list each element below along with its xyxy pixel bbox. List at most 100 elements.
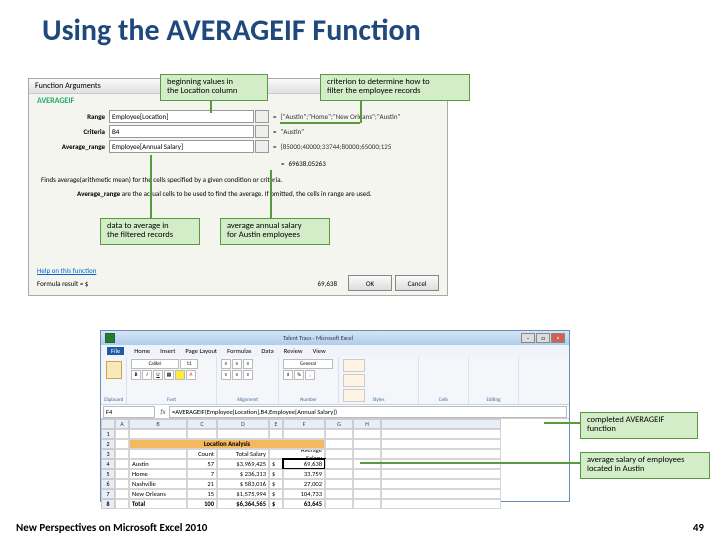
currency-button[interactable]: $ xyxy=(283,370,293,380)
numformat-select[interactable]: General xyxy=(283,359,333,369)
maximize-button[interactable]: □ xyxy=(536,333,550,343)
col-header[interactable]: F xyxy=(283,419,325,429)
label-range: Range xyxy=(37,112,109,121)
preview-criteria: "Austin" xyxy=(281,127,305,136)
collapse-button[interactable] xyxy=(255,140,269,153)
row-header[interactable]: 7 xyxy=(101,489,115,499)
ribbon: Clipboard Calibri11 BIU▦A Font ≡≡≡ ≡≡≡ A… xyxy=(101,357,569,405)
name-box[interactable]: F4 xyxy=(103,406,155,418)
row-header[interactable]: 2 xyxy=(101,439,115,449)
arg-description: Average_range are the actual cells to be… xyxy=(29,188,447,200)
input-criteria[interactable]: B4 xyxy=(109,125,254,138)
col-header[interactable]: B xyxy=(129,419,187,429)
help-link[interactable]: Help on this function xyxy=(37,266,96,275)
col-header[interactable]: G xyxy=(325,419,353,429)
arrow-icon xyxy=(544,422,580,424)
col-header[interactable]: A xyxy=(115,419,129,429)
row-header[interactable]: 5 xyxy=(101,469,115,479)
label-avgrange: Average_range xyxy=(37,142,109,151)
paste-icon[interactable] xyxy=(106,361,122,379)
page-number: 49 xyxy=(693,521,704,534)
worksheet-grid[interactable]: A B C D E F G H 1 2Location Analysis 3Co… xyxy=(101,419,569,509)
align-button[interactable]: ≡ xyxy=(243,370,253,380)
tab-view[interactable]: View xyxy=(313,347,326,355)
formula-bar: F4 fx =AVERAGEIF(Employee[Location],B4,E… xyxy=(101,405,569,419)
minimize-button[interactable]: – xyxy=(521,333,535,343)
comma-button[interactable]: , xyxy=(305,370,315,380)
tab-review[interactable]: Review xyxy=(284,347,303,355)
col-header[interactable]: H xyxy=(353,419,381,429)
function-description: Finds average(arithmetic mean) for the c… xyxy=(29,172,447,188)
col-header[interactable] xyxy=(381,419,501,429)
row-header[interactable]: 4 xyxy=(101,459,115,469)
tab-data[interactable]: Data xyxy=(261,347,273,355)
arrow-icon xyxy=(150,155,152,218)
select-all[interactable] xyxy=(101,419,115,429)
tab-pagelayout[interactable]: Page Layout xyxy=(185,347,217,355)
function-arguments-dialog: Function Arguments AVERAGEIF Range Emplo… xyxy=(28,78,448,296)
condformat-button[interactable] xyxy=(343,359,365,372)
formula-result-value: 69,638 xyxy=(318,279,338,288)
arrow-icon xyxy=(270,170,272,218)
formula-result-label: Formula result = $ xyxy=(37,279,88,288)
row-header[interactable]: 6 xyxy=(101,479,115,489)
input-range[interactable]: Employee[Location] xyxy=(109,110,254,123)
ok-button[interactable]: OK xyxy=(348,275,392,291)
align-button[interactable]: ≡ xyxy=(243,359,253,369)
tab-file[interactable]: File xyxy=(107,347,124,355)
preview-avgrange: {85000;40000;33744;80000;65000;125 xyxy=(281,142,392,151)
arrow-icon xyxy=(210,101,212,113)
slide-title: Using the AVERAGEIF Function xyxy=(0,0,720,49)
callout-avgrange: data to average inthe filtered records xyxy=(100,218,200,245)
align-button[interactable]: ≡ xyxy=(221,370,231,380)
formula-input[interactable]: =AVERAGEIF(Employee[Location],B4,Employe… xyxy=(169,406,567,418)
table-button[interactable] xyxy=(343,374,365,387)
fill-button[interactable] xyxy=(175,370,185,380)
arrow-icon xyxy=(280,122,360,124)
excel-icon xyxy=(105,333,115,343)
callout-criteria: criterion to determine how tofilter the … xyxy=(320,74,470,101)
percent-button[interactable]: % xyxy=(294,370,304,380)
italic-button[interactable]: I xyxy=(142,370,152,380)
callout-formula: completed AVERAGEIFfunction xyxy=(580,412,698,439)
col-header[interactable]: D xyxy=(217,419,269,429)
cancel-button[interactable]: Cancel xyxy=(395,275,439,291)
footer-left: New Perspectives on Microsoft Excel 2010 xyxy=(16,521,207,534)
collapse-button[interactable] xyxy=(255,125,269,138)
col-header[interactable]: C xyxy=(187,419,217,429)
arrow-icon xyxy=(360,101,362,123)
arrow-icon xyxy=(360,462,580,464)
callout-avg-austin: average salary of employeeslocated in Au… xyxy=(580,452,710,479)
border-button[interactable]: ▦ xyxy=(164,370,174,380)
fontcolor-button[interactable]: A xyxy=(186,370,196,380)
align-button[interactable]: ≡ xyxy=(221,359,231,369)
excel-window: Talent Tracs - Microsoft Excel – □ × Fil… xyxy=(100,330,570,502)
label-criteria: Criteria xyxy=(37,127,109,136)
bold-button[interactable]: B xyxy=(131,370,141,380)
result-preview: 69638.05263 xyxy=(289,159,326,168)
close-button[interactable]: × xyxy=(551,333,565,343)
selected-cell[interactable]: 69,638 xyxy=(283,459,325,469)
input-avgrange[interactable]: Employee[Annual Salary] xyxy=(109,140,254,153)
table-cell[interactable]: Austin xyxy=(129,459,187,469)
tab-home[interactable]: Home xyxy=(134,347,150,355)
collapse-button[interactable] xyxy=(255,110,269,123)
align-button[interactable]: ≡ xyxy=(232,370,242,380)
fx-icon[interactable]: fx xyxy=(157,407,169,416)
excel-titlebar: Talent Tracs - Microsoft Excel – □ × xyxy=(101,331,569,345)
tab-insert[interactable]: Insert xyxy=(160,347,175,355)
callout-range: beginning values inthe Location column xyxy=(160,74,268,101)
align-button[interactable]: ≡ xyxy=(232,359,242,369)
tab-formulas[interactable]: Formulas xyxy=(227,347,251,355)
row-header[interactable]: 1 xyxy=(101,429,115,439)
font-select[interactable]: Calibri xyxy=(131,359,179,369)
merged-header[interactable]: Location Analysis xyxy=(129,439,325,449)
row-header[interactable]: 3 xyxy=(101,449,115,459)
preview-range: {"Austin";"Home";"New Orleans";"Austin" xyxy=(281,112,401,121)
ribbon-tabs: File Home Insert Page Layout Formulas Da… xyxy=(101,345,569,357)
callout-result: average annual salaryfor Austin employee… xyxy=(220,218,330,245)
underline-button[interactable]: U xyxy=(153,370,163,380)
col-header[interactable]: E xyxy=(269,419,283,429)
size-select[interactable]: 11 xyxy=(180,359,198,369)
row-header[interactable]: 8 xyxy=(101,499,115,509)
